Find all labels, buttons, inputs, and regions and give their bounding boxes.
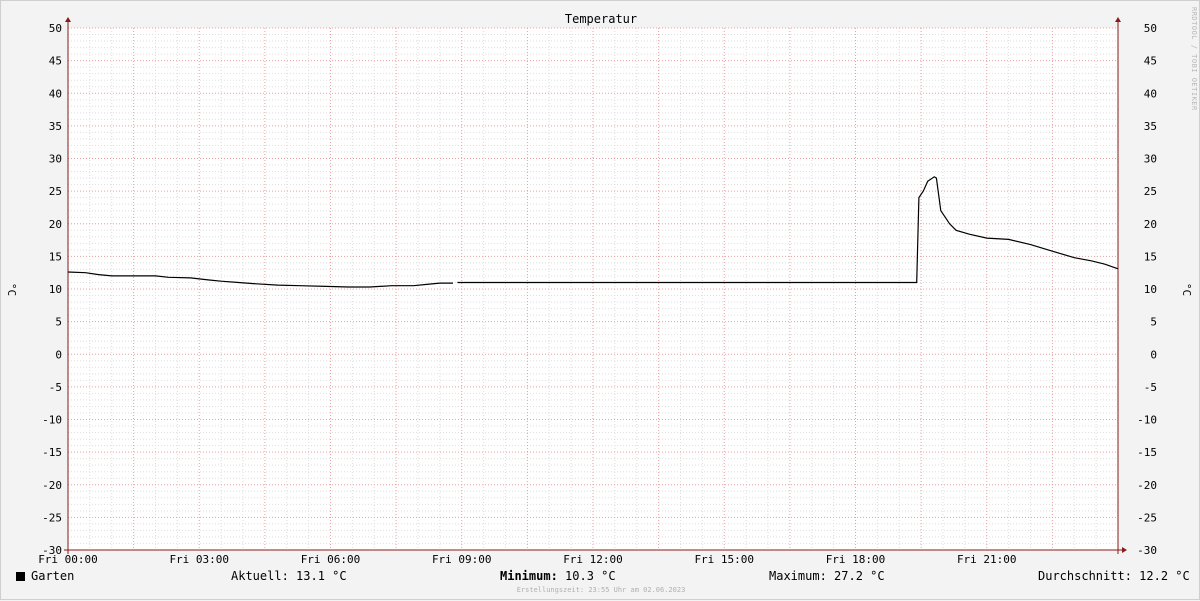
y-tick-label-right: 30 [1144,153,1157,166]
y-tick-label-left: 40 [49,87,62,100]
y-tick-label-left: 15 [49,250,62,263]
x-tick-label: Fri 18:00 [826,553,886,566]
legend-series: Garten [16,569,74,583]
legend-minimum: Minimum: 10.3 °C [500,569,616,583]
y-tick-label-left: -20 [42,479,62,492]
x-axis-arrow [1122,547,1127,553]
y-tick-label-right: 25 [1144,185,1157,198]
y-tick-label-right: 15 [1144,250,1157,263]
y-tick-label-left: 5 [55,316,62,329]
y-axis-label-right: °C [1179,282,1193,297]
y-tick-label-left: 25 [49,185,62,198]
y-tick-label-right: -10 [1137,414,1157,427]
y-tick-label-left: -10 [42,414,62,427]
y-axis-label-left: °C [5,282,19,297]
y-tick-label-left: 45 [49,55,62,68]
legend-swatch [16,572,25,581]
chart-title: Temperatur [564,12,638,26]
rrdtool-watermark: RRDTOOL / TOBI OETIKER [1190,7,1198,111]
chart-frame: 50 50 45 45 40 40 35 35 30 30 25 25 20 20 15 15 10 10 5 5 0 0… [0,0,1200,600]
x-tick-label: Fri 00:00 [38,553,98,566]
legend-series-name: Garten [31,569,75,583]
x-tick-label: Fri 09:00 [432,553,492,566]
x-tick-label: Fri 12:00 [563,553,623,566]
y-tick-label-right: -5 [1144,381,1157,394]
y-tick-label-right: -20 [1137,479,1157,492]
legend-minimum-value: 10.3 °C [565,569,616,583]
y-tick-label-right: 35 [1144,120,1157,133]
y-tick-label-left: 35 [49,120,62,133]
y-tick-label-right: -15 [1137,446,1157,459]
y-tick-label-right: 45 [1144,55,1157,68]
y-tick-label-right: -30 [1137,544,1157,557]
chart-canvas: 50 5045 4540 4035 3530 3025 2520 2015 1510 105 50 0… [38,17,1157,566]
x-tick-label: Fri 03:00 [169,553,229,566]
y-tick-label-left: 20 [49,218,62,231]
x-tick-label: Fri 15:00 [694,553,754,566]
y-tick-label-left: 10 [49,283,62,296]
y-tick-label-right: 20 [1144,218,1157,231]
y-tick-label-right: 10 [1144,283,1157,296]
y-tick-label-left: -25 [42,511,62,524]
y-tick-label-left: 30 [49,153,62,166]
y-tick-label-right: 0 [1150,348,1157,361]
x-tick-label: Fri 06:00 [301,553,361,566]
y-tick-label-right: -25 [1137,511,1157,524]
y-tick-label-left: 0 [55,348,62,361]
y-tick-label-left: -15 [42,446,62,459]
y-tick-label-right: 40 [1144,87,1157,100]
y-tick-label-left: -5 [49,381,62,394]
legend-maximum: Maximum: 27.2 °C [769,569,885,583]
x-tick-label: Fri 21:00 [957,553,1017,566]
y-tick-label-right: 5 [1150,316,1157,329]
legend-minimum-label: Minimum: [500,569,558,583]
legend-current: Aktuell: 13.1 °C [231,569,347,583]
creation-time-footer: Erstellungszeit: 23:55 Uhr am 02.06.2023 [516,586,686,594]
legend-average: Durchschnitt: 12.2 °C [1038,569,1190,583]
